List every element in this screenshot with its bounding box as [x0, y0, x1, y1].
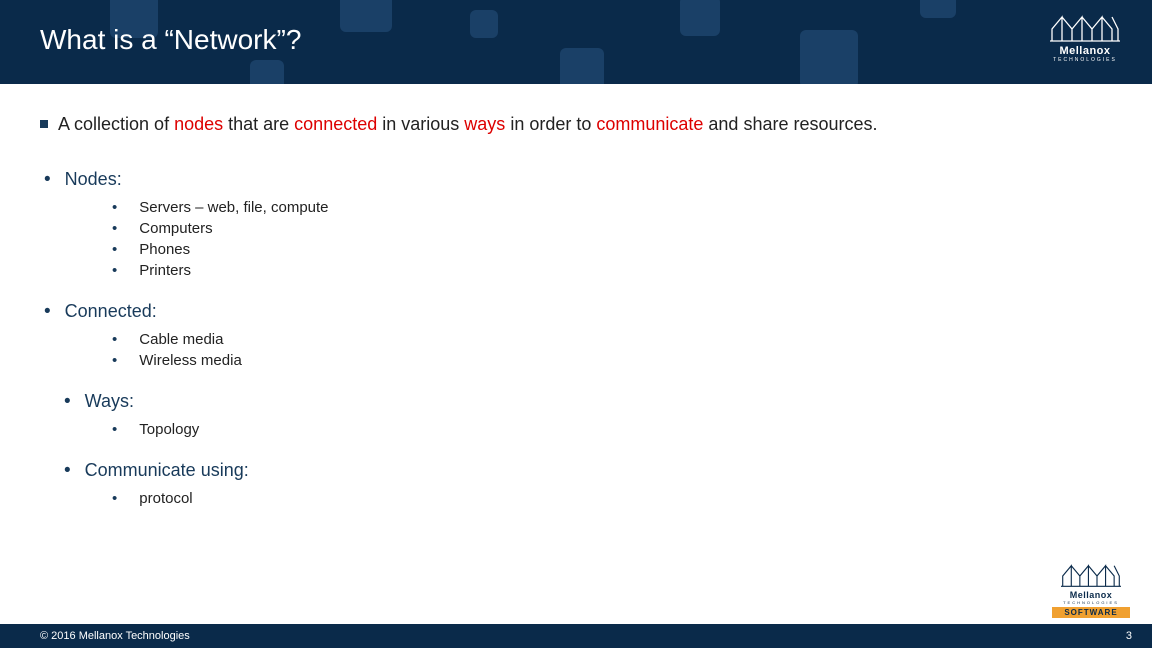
bullet-icon: • — [44, 169, 51, 190]
section-label: Communicate using: — [85, 460, 249, 480]
bullet-icon: • — [112, 241, 117, 258]
section-label: Connected: — [65, 301, 157, 321]
bridge-icon — [1050, 15, 1120, 43]
item-text: Servers – web, file, compute — [139, 199, 328, 216]
list-item: • Printers — [112, 260, 1112, 281]
bullet-icon: • — [64, 460, 71, 481]
page-number: 3 — [1126, 630, 1132, 642]
brand-logo-header: Mellanox TECHNOLOGIES — [1040, 10, 1130, 68]
bridge-icon — [1061, 564, 1121, 588]
brand-sub: TECHNOLOGIES — [1052, 600, 1130, 605]
bullet-icon: • — [112, 490, 117, 507]
item-text: Computers — [139, 220, 212, 237]
list-item: • Servers – web, file, compute — [112, 197, 1112, 218]
item-text: Topology — [139, 421, 199, 438]
bullet-icon: • — [112, 220, 117, 237]
list-item: • Topology — [112, 419, 1112, 440]
bullet-icon: • — [112, 352, 117, 369]
brand-logo-software: Mellanox TECHNOLOGIES SOFTWARE — [1052, 564, 1130, 618]
item-text: Printers — [139, 262, 191, 279]
list-item: • Computers — [112, 218, 1112, 239]
section-ways-heading: • Ways: — [64, 391, 1112, 413]
square-bullet-icon — [40, 120, 48, 128]
item-text: protocol — [139, 490, 192, 507]
software-label: SOFTWARE — [1052, 607, 1130, 618]
slide-footer: © 2016 Mellanox Technologies 3 — [0, 624, 1152, 648]
def-part: A collection of — [58, 114, 174, 134]
bullet-icon: • — [64, 391, 71, 412]
brand-name: Mellanox — [1059, 45, 1110, 57]
list-item: • Cable media — [112, 329, 1112, 350]
item-text: Cable media — [139, 331, 223, 348]
list-item: • protocol — [112, 488, 1112, 509]
bullet-icon: • — [112, 199, 117, 216]
section-label: Ways: — [85, 391, 134, 411]
slide-title: What is a “Network”? — [40, 24, 301, 56]
item-text: Wireless media — [139, 352, 242, 369]
slide-header: What is a “Network”? Mellanox TECHNOLOGI… — [0, 0, 1152, 84]
def-part: and share resources. — [703, 114, 877, 134]
def-highlight-ways: ways — [464, 114, 505, 134]
slide-content: A collection of nodes that are connected… — [0, 84, 1152, 509]
list-item: • Wireless media — [112, 350, 1112, 371]
def-part: in order to — [505, 114, 596, 134]
bullet-icon: • — [44, 301, 51, 322]
def-highlight-connected: connected — [294, 114, 377, 134]
def-highlight-nodes: nodes — [174, 114, 223, 134]
section-communicate-heading: • Communicate using: — [64, 460, 1112, 482]
def-part: in various — [377, 114, 464, 134]
def-part: that are — [223, 114, 294, 134]
definition-text: A collection of nodes that are connected… — [58, 114, 878, 135]
item-text: Phones — [139, 241, 190, 258]
section-nodes-heading: • Nodes: — [44, 169, 1112, 191]
bullet-icon: • — [112, 331, 117, 348]
bullet-icon: • — [112, 421, 117, 438]
copyright-text: © 2016 Mellanox Technologies — [40, 630, 190, 642]
bullet-icon: • — [112, 262, 117, 279]
brand-sub: TECHNOLOGIES — [1053, 57, 1117, 63]
definition-line: A collection of nodes that are connected… — [40, 114, 1112, 135]
brand-name: Mellanox — [1052, 590, 1130, 600]
list-item: • Phones — [112, 239, 1112, 260]
section-connected-heading: • Connected: — [44, 301, 1112, 323]
section-label: Nodes: — [65, 169, 122, 189]
def-highlight-communicate: communicate — [596, 114, 703, 134]
